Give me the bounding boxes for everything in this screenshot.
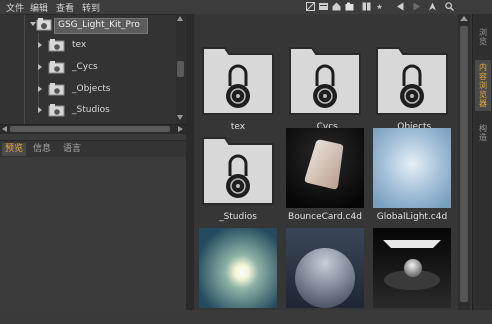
folder-tree: GSG_Light_Kit_Pro tex _Cycs _Objects _St… (0, 15, 186, 124)
tree-collapse-icon[interactable] (38, 42, 42, 48)
tree-collapse-icon[interactable] (38, 107, 42, 113)
locked-folder-icon (48, 39, 65, 52)
locked-folder-icon (202, 137, 274, 205)
menubar: 文件 编辑 查看 转到 (0, 0, 492, 15)
side-tab-content-browser[interactable]: 内容浏览器 (475, 60, 491, 111)
view-mode-icon[interactable] (306, 2, 315, 11)
sphere-thumbnail (286, 228, 364, 308)
global-light-thumbnail (373, 128, 451, 208)
tree-item-label: _Cycs (72, 62, 98, 72)
tree-horizontal-scrollbar[interactable] (0, 124, 186, 134)
grid-item-label: _Studios (219, 212, 257, 222)
tree-collapse-icon[interactable] (38, 64, 42, 70)
side-tab-label: 浏览 (479, 28, 487, 46)
grid-item[interactable]: tex (196, 34, 280, 134)
scroll-left-icon[interactable] (2, 126, 7, 132)
tab-info[interactable]: 信息 (30, 143, 54, 156)
home-icon[interactable] (332, 2, 341, 11)
tree-item[interactable]: _Studios (0, 100, 176, 120)
tree-item[interactable]: _Cycs (0, 57, 176, 77)
side-tab-browser[interactable]: 浏览 (475, 28, 491, 46)
tree-collapse-icon[interactable] (38, 86, 42, 92)
bounce-card-thumbnail (286, 128, 364, 208)
side-tab-bar: 浏览 内容浏览器 构造 (472, 14, 492, 310)
side-tab-structure[interactable]: 构造 (475, 124, 491, 142)
grid-item-label: BounceCard.c4d (288, 212, 362, 222)
search-icon[interactable] (445, 2, 454, 11)
studio-thumbnail (373, 228, 451, 308)
locked-folder-icon (376, 47, 448, 115)
content-grid: tex _Cycs _Objects _Studios BounceCard.c… (194, 14, 472, 310)
menu-goto[interactable]: 转到 (82, 1, 100, 14)
scrollbar-thumb[interactable] (10, 126, 170, 132)
panel-splitter[interactable] (186, 14, 194, 310)
grid-item[interactable]: GlobalLight.c4d (370, 124, 454, 224)
locked-folder-icon (48, 83, 65, 96)
side-tab-label: 内容浏览器 (479, 63, 487, 108)
grid-item-label: GlobalLight.c4d (376, 212, 448, 222)
bookmark-icon[interactable] (362, 2, 371, 11)
grid-item[interactable]: BounceCard.c4d (283, 124, 367, 224)
grid-item[interactable]: _Objects (370, 34, 454, 134)
sun-sky-thumbnail (199, 228, 277, 308)
tree-item[interactable]: _Objects (0, 79, 176, 99)
menu-view[interactable]: 查看 (56, 1, 74, 14)
scroll-down-icon[interactable] (177, 115, 183, 120)
menu-edit[interactable]: 编辑 (30, 1, 48, 14)
locked-folder-icon (48, 61, 65, 74)
grid-item[interactable] (196, 224, 280, 324)
tree-item[interactable]: tex (0, 35, 176, 55)
tree-item-label: _Objects (72, 84, 111, 94)
list-icon[interactable] (319, 2, 328, 11)
preview-panel (0, 157, 186, 310)
menu-file[interactable]: 文件 (6, 1, 24, 14)
grid-item[interactable]: _Cycs (283, 34, 367, 134)
locked-folder-icon (48, 104, 65, 117)
scrollbar-thumb[interactable] (460, 26, 468, 302)
navigate-icon[interactable] (428, 2, 437, 11)
locked-folder-icon (289, 47, 361, 115)
tab-language[interactable]: 语言 (60, 143, 84, 156)
tree-item-label: tex (72, 40, 87, 50)
forward-icon[interactable] (412, 2, 421, 11)
star-icon[interactable] (375, 2, 384, 11)
tree-vertical-scrollbar[interactable] (176, 15, 185, 124)
info-tab-bar: 预览 信息 语言 (0, 140, 186, 158)
back-icon[interactable] (396, 2, 405, 11)
grid-vertical-scrollbar[interactable] (458, 14, 470, 310)
tab-preview[interactable]: 预览 (2, 143, 27, 156)
locked-folder-icon (36, 18, 52, 31)
scroll-right-icon[interactable] (178, 126, 183, 132)
tree-item-label: _Studios (72, 105, 110, 115)
scroll-up-icon[interactable] (177, 16, 183, 21)
tree-root-row[interactable]: GSG_Light_Kit_Pro (0, 15, 176, 35)
scrollbar-thumb[interactable] (177, 61, 184, 77)
scroll-up-icon[interactable] (460, 16, 468, 21)
grid-item[interactable]: _Studios (196, 124, 280, 224)
locked-folder-icon (202, 47, 274, 115)
grid-item[interactable] (370, 224, 454, 324)
side-tab-label: 构造 (479, 124, 487, 142)
tree-root-label: GSG_Light_Kit_Pro (58, 20, 140, 30)
folder-up-icon[interactable] (345, 2, 354, 11)
grid-item[interactable] (283, 224, 367, 324)
